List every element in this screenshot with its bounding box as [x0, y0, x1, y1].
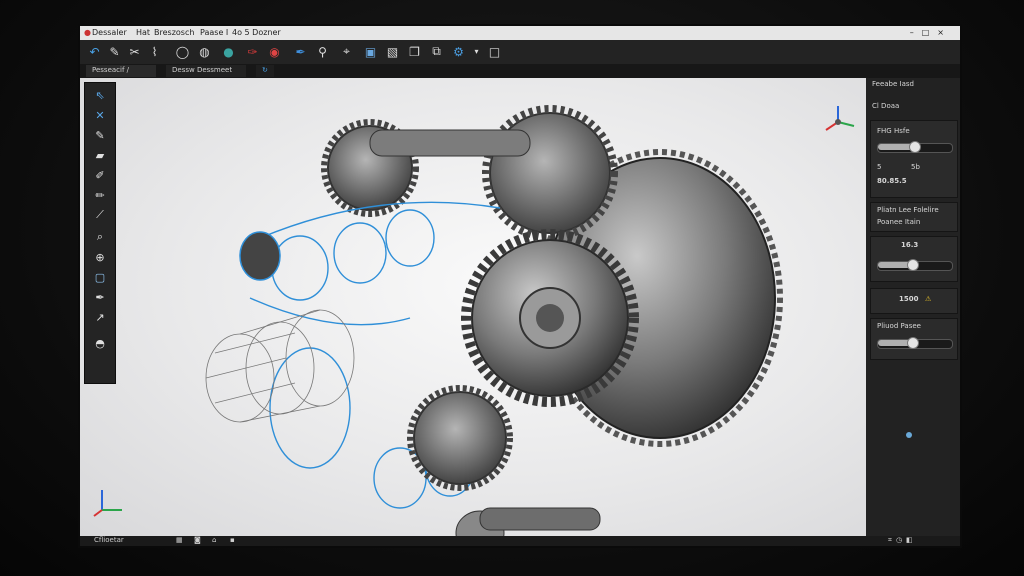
square-icon[interactable]: □ — [486, 43, 503, 60]
image-icon[interactable]: ▧ — [384, 43, 401, 60]
warning-icon[interactable]: ⚠ — [925, 295, 931, 303]
folder-icon[interactable]: ▣ — [362, 43, 379, 60]
grid-icon[interactable]: ▦ — [176, 536, 183, 544]
tab-bar: Pesseacif / Dessw Dessmeet ↻ — [80, 64, 960, 78]
section-layer: Pliatn Lee Folelire Poanee Itain — [870, 202, 958, 232]
home-icon[interactable]: ⌂ — [212, 536, 216, 544]
status-bar: Cflioetar ▦ ◙ ⌂ ▪ ⌗◷◧ — [80, 536, 960, 546]
window-controls[interactable]: –□× — [910, 28, 952, 37]
dome-icon[interactable]: ◓ — [91, 335, 109, 351]
slider-2-knob[interactable] — [907, 259, 920, 271]
menu-item-4[interactable]: 4o 5 Dozner — [232, 28, 281, 37]
brush-icon[interactable]: ⌇ — [146, 43, 163, 60]
status-text: Cflioetar — [94, 536, 124, 544]
menu-item-2[interactable]: Breszosch — [154, 28, 194, 37]
3d-viewport[interactable] — [80, 78, 866, 536]
select-icon[interactable]: ⇖ — [91, 87, 109, 103]
eraser-icon[interactable]: ▰ — [91, 147, 109, 163]
sphere-icon[interactable]: ● — [220, 43, 237, 60]
slider-1-knob[interactable] — [908, 141, 921, 153]
copy-icon[interactable]: ⧉ — [428, 43, 445, 60]
zoom-icon[interactable]: ⌕ — [91, 229, 109, 245]
axis-indicator — [90, 482, 130, 518]
record-icon[interactable]: ◉ — [266, 43, 283, 60]
slider-3-knob[interactable] — [907, 337, 920, 349]
slider-3[interactable] — [877, 337, 953, 349]
zoom-fit-icon[interactable]: ⊕ — [91, 249, 109, 265]
menu-item-1[interactable]: Hat — [136, 28, 150, 37]
gear-assembly-model[interactable] — [80, 78, 866, 536]
section2-title: Pliatn Lee Folelire — [877, 206, 939, 214]
panel-subtitle: Cl Doaa — [872, 102, 900, 110]
slider-2[interactable] — [877, 259, 953, 271]
status-dot-icon — [906, 432, 912, 438]
picker-icon[interactable]: ⌖ — [338, 43, 355, 60]
tab-document-1[interactable]: Pesseacif / — [86, 65, 156, 77]
undo-icon[interactable]: ↶ — [86, 43, 103, 60]
settings-icon[interactable]: ⚙ — [450, 43, 467, 60]
wand-icon[interactable]: ⚲ — [314, 43, 331, 60]
cross-icon[interactable]: ✕ — [91, 107, 109, 123]
app-title[interactable]: Dessaler — [92, 28, 127, 37]
tool-palette: ⇖ ✕ ✎ ▰ ✐ ✏ ⟋ ⌕ ⊕ ▢ ✒ ↗ ◓ — [84, 82, 116, 384]
pen-icon[interactable]: ✒ — [292, 43, 309, 60]
pen-icon[interactable]: ✒ — [91, 289, 109, 305]
dropdown-icon[interactable]: ▾ — [468, 43, 485, 60]
orientation-gizmo[interactable] — [820, 102, 860, 138]
layers-icon[interactable]: ❐ — [406, 43, 423, 60]
circle-icon[interactable]: ◯ — [174, 43, 191, 60]
camera-icon[interactable]: ◙ — [194, 536, 201, 544]
pencil-icon[interactable]: ✎ — [106, 43, 123, 60]
knife-icon[interactable]: ⟋ — [91, 207, 109, 223]
new-tab-icon[interactable]: ↻ — [256, 65, 274, 77]
section-value2: 16.3 — [870, 236, 958, 282]
drag-icon[interactable]: ↗ — [91, 309, 109, 325]
app-icon: ● — [84, 28, 91, 37]
section3-label: Pliuod Pasee — [877, 322, 921, 330]
scissors-icon[interactable]: ✂ — [126, 43, 143, 60]
section-material: FHG Hsfe 5 5b 80.85.5 — [870, 120, 958, 198]
section2-sub: Poanee Itain — [877, 218, 921, 226]
main-toolbar: ↶ ✎ ✂ ⌇ ◯ ◍ ● ✑ ◉ ✒ ⚲ ⌖ ▣ ▧ ❐ ⧉ ⚙ ▾ □ — [80, 40, 960, 65]
value1: 80.85.5 — [877, 177, 907, 185]
section-value3: 1500 ⚠ — [870, 288, 958, 314]
pencil-icon[interactable]: ✎ — [91, 127, 109, 143]
square-icon[interactable]: ▢ — [91, 269, 109, 285]
section1-label: FHG Hsfe — [877, 127, 910, 135]
square-icon[interactable]: ▪ — [230, 536, 235, 544]
menu-bar: ● Dessaler Hat Breszosch Paase I 4o 5 Do… — [80, 26, 960, 40]
tab-document-2[interactable]: Dessw Dessmeet — [166, 65, 246, 77]
unit1: 5b — [911, 163, 920, 171]
panel-title: Feeabe Iasd — [872, 80, 914, 88]
menu-item-3[interactable]: Paase I — [200, 28, 228, 37]
section-preset: Pliuod Pasee — [870, 318, 958, 360]
value3: 1500 — [899, 295, 919, 303]
brush-icon[interactable]: ✏ — [91, 187, 109, 203]
slider-1[interactable] — [877, 141, 953, 153]
tray-icons[interactable]: ⌗◷◧ — [888, 536, 917, 545]
marker-icon[interactable]: ✐ — [91, 167, 109, 183]
application-window: ● Dessaler Hat Breszosch Paase I 4o 5 Do… — [80, 26, 960, 546]
value2: 16.3 — [901, 241, 919, 249]
paint-icon[interactable]: ✑ — [244, 43, 261, 60]
ring-icon[interactable]: ◍ — [196, 43, 213, 60]
properties-panel: Feeabe Iasd Cl Doaa FHG Hsfe 5 5b 80.85.… — [866, 78, 960, 536]
value1-prefix: 5 — [877, 163, 882, 171]
